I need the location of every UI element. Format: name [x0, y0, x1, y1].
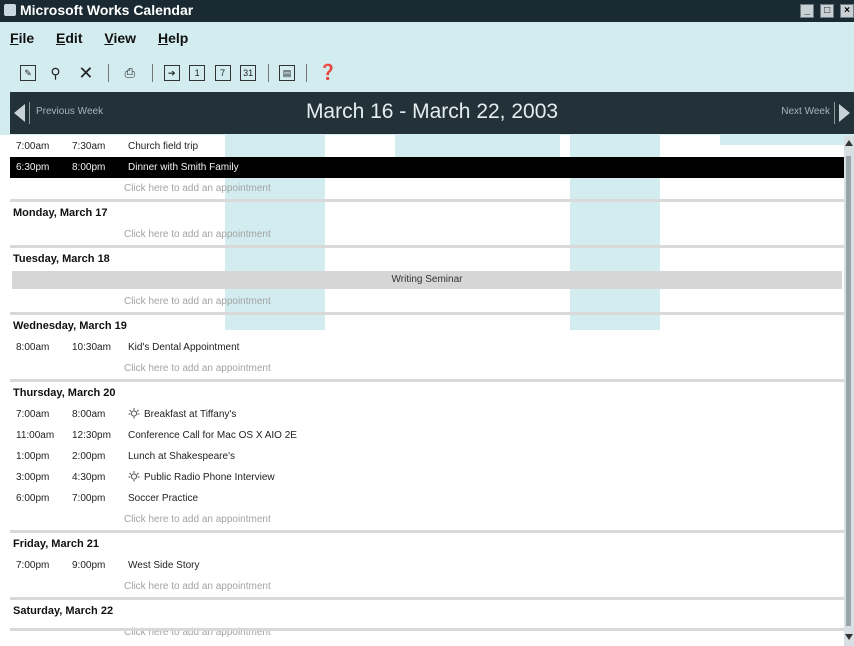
add-appointment-link[interactable]: Click here to add an appointment [10, 224, 844, 245]
add-appointment-link[interactable]: Click here to add an appointment [10, 358, 844, 379]
toolbar: ✎ ⚲ ✕ ⎙ ➔ 1 7 31 ▤ ❓ [20, 64, 344, 88]
scroll-up-arrow-icon[interactable] [845, 140, 853, 146]
reminder-bell-icon [128, 471, 140, 482]
minimize-icon[interactable]: _ [800, 4, 815, 18]
window-title: Microsoft Works Calendar [20, 2, 194, 18]
reminder-bell-icon [128, 408, 140, 419]
week-view-icon[interactable]: 7 [214, 65, 231, 81]
toolbar-divider [108, 64, 110, 82]
appointment-row[interactable]: 6:00pm 7:00pm Soccer Practice [10, 488, 844, 509]
appointment-row[interactable]: 7:00pm 9:00pm West Side Story [10, 555, 844, 576]
appointment-row-selected[interactable]: 6:30pm 8:00pm Dinner with Smith Family [10, 157, 844, 178]
toolbar-divider [267, 64, 269, 82]
appointment-row[interactable]: 11:00am 12:30pm Conference Call for Mac OS… [10, 425, 844, 446]
day-header-saturday: Saturday, March 22 [10, 597, 844, 622]
maximize-icon[interactable]: □ [820, 4, 835, 18]
category-icon[interactable]: ▤ [278, 65, 295, 81]
divider [834, 102, 835, 124]
toolbar-divider [306, 64, 308, 82]
menu-file[interactable]: File [10, 30, 34, 46]
day-header-thursday: Thursday, March 20 [10, 379, 844, 404]
go-to-date-icon[interactable]: ➔ [163, 65, 180, 81]
app-icon [4, 4, 16, 16]
next-week-link[interactable]: Next Week [781, 106, 830, 117]
add-appointment-link[interactable]: Click here to add an appointment [10, 178, 844, 199]
appointment-row[interactable]: 7:00am 8:00am Breakfast at Tiffany's [10, 404, 844, 425]
day-header-wednesday: Wednesday, March 19 [10, 312, 844, 337]
find-icon[interactable]: ⚲ [45, 64, 65, 82]
appointment-list: 7:00am 7:30am Church field trip 6:30pm 8:00… [10, 136, 844, 638]
new-appointment-icon[interactable]: ✎ [20, 65, 36, 81]
add-appointment-link[interactable]: Click here to add an appointment [10, 291, 844, 312]
day-view-icon[interactable]: 1 [189, 65, 206, 81]
appointment-row[interactable]: 1:00pm 2:00pm Lunch at Shakespeare's [10, 446, 844, 467]
day-header-monday: Monday, March 17 [10, 199, 844, 224]
appointment-row[interactable]: 3:00pm 4:30pm Public Radio Phone Intervie… [10, 467, 844, 488]
print-icon[interactable]: ⎙ [120, 64, 140, 82]
add-appointment-link[interactable]: Click here to add an appointment [10, 509, 844, 530]
close-icon[interactable]: × [840, 4, 854, 18]
help-icon[interactable]: ❓ [318, 64, 338, 82]
day-header-tuesday: Tuesday, March 18 [10, 245, 844, 270]
scroll-thumb[interactable] [846, 156, 851, 626]
window-buttons: _ □ × [798, 4, 854, 20]
next-week-arrow-icon[interactable] [839, 104, 850, 122]
week-title: March 16 - March 22, 2003 [305, 100, 559, 123]
toolbar-divider [152, 64, 154, 82]
title-bar: Microsoft Works Calendar _ □ × [0, 0, 854, 22]
week-header: Previous Week March 16 - March 22, 2003 … [10, 92, 854, 134]
month-view-icon[interactable]: 31 [240, 65, 257, 81]
all-day-event[interactable]: Writing Seminar [12, 271, 842, 289]
appointment-row[interactable]: 8:00am 10:30am Kid's Dental Appointment [10, 337, 844, 358]
appointment-row[interactable]: 7:00am 7:30am Church field trip [10, 136, 844, 157]
day-header-friday: Friday, March 21 [10, 530, 844, 555]
calendar-window: Microsoft Works Calendar _ □ × File Edit… [0, 0, 854, 646]
vertical-scrollbar[interactable] [844, 136, 854, 646]
add-appointment-link[interactable]: Click here to add an appointment [10, 576, 844, 597]
menu-help[interactable]: Help [158, 30, 188, 46]
menu-bar: File Edit View Help [10, 30, 206, 54]
delete-icon[interactable]: ✕ [76, 64, 96, 82]
menu-view[interactable]: View [104, 30, 136, 46]
menu-edit[interactable]: Edit [56, 30, 82, 46]
divider [10, 628, 844, 631]
scroll-down-arrow-icon[interactable] [845, 634, 853, 640]
